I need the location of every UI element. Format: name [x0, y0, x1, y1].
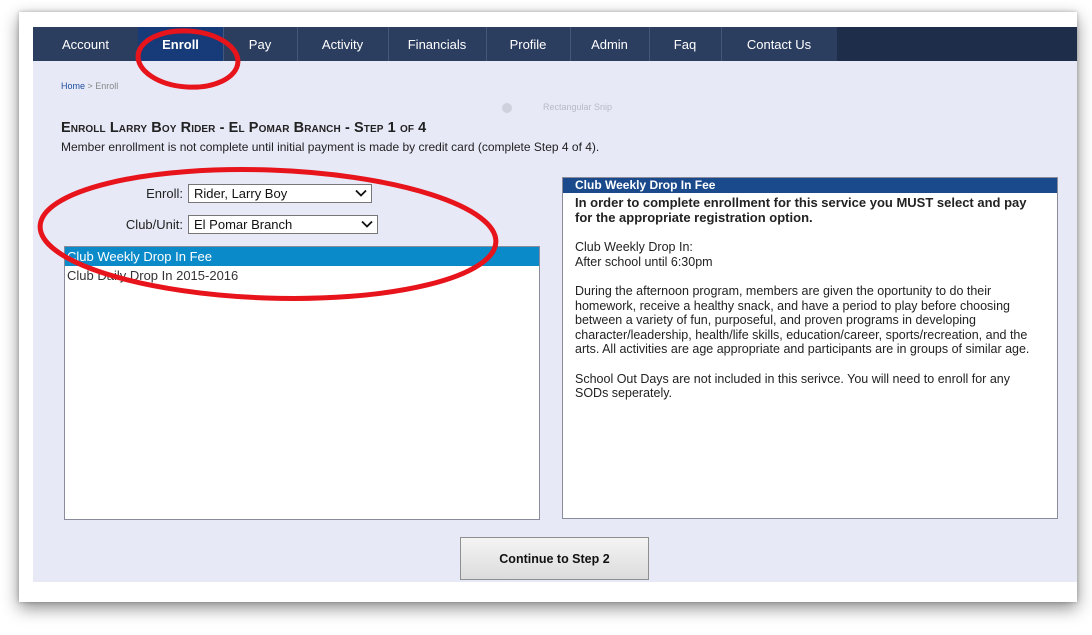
- enroll-label: Enroll:: [146, 186, 183, 201]
- nav-filler: [837, 27, 1077, 61]
- snip-dot-icon: [502, 103, 512, 113]
- continue-to-step-2-button[interactable]: Continue to Step 2: [460, 537, 649, 580]
- service-listbox[interactable]: Club Weekly Drop In Fee Club Daily Drop …: [64, 246, 540, 520]
- list-item-weekly-drop-in[interactable]: Club Weekly Drop In Fee: [65, 247, 539, 266]
- tab-activity[interactable]: Activity: [297, 27, 389, 61]
- tab-contact-us[interactable]: Contact Us: [721, 27, 838, 61]
- breadcrumb-home-link[interactable]: Home: [61, 81, 85, 91]
- detail-header: Club Weekly Drop In Fee: [563, 178, 1057, 193]
- page-subtitle: Member enrollment is not complete until …: [61, 140, 600, 154]
- club-unit-label: Club/Unit:: [125, 217, 183, 232]
- enroll-member-value: Rider, Larry Boy: [194, 186, 288, 201]
- detail-body: In order to complete enrollment for this…: [563, 193, 1057, 401]
- detail-line-1: Club Weekly Drop In:: [575, 240, 693, 254]
- club-unit-value: El Pomar Branch: [194, 217, 293, 232]
- snip-label: Rectangular Snip: [543, 102, 613, 112]
- enroll-page: Account Enroll Pay Activity Financials P…: [33, 27, 1077, 582]
- detail-notice: In order to complete enrollment for this…: [575, 195, 1027, 225]
- tab-financials[interactable]: Financials: [388, 27, 487, 61]
- tab-enroll[interactable]: Enroll: [138, 27, 224, 61]
- tab-profile[interactable]: Profile: [486, 27, 571, 61]
- chevron-down-icon: [361, 220, 373, 228]
- detail-line-2: After school until 6:30pm: [575, 254, 713, 269]
- tab-pay[interactable]: Pay: [223, 27, 298, 61]
- breadcrumb-current: Enroll: [95, 81, 119, 91]
- top-nav: Account Enroll Pay Activity Financials P…: [33, 27, 1077, 61]
- tab-account[interactable]: Account: [33, 27, 139, 61]
- service-detail-panel: Club Weekly Drop In Fee In order to comp…: [562, 177, 1058, 519]
- detail-paragraph-2: School Out Days are not included in this…: [575, 371, 1010, 401]
- tab-admin[interactable]: Admin: [570, 27, 650, 61]
- enroll-member-select[interactable]: Rider, Larry Boy: [188, 184, 372, 203]
- tab-faq[interactable]: Faq: [649, 27, 722, 61]
- screenshot-frame: Account Enroll Pay Activity Financials P…: [19, 12, 1077, 602]
- breadcrumb: Home > Enroll: [61, 81, 118, 91]
- snip-tool-overlay: Rectangular Snip: [502, 99, 682, 119]
- breadcrumb-separator: >: [85, 81, 96, 91]
- chevron-down-icon: [355, 189, 367, 197]
- page-title: Enroll Larry Boy Rider - El Pomar Branch…: [61, 120, 427, 136]
- club-unit-select[interactable]: El Pomar Branch: [188, 215, 378, 234]
- detail-paragraph-1: During the afternoon program, members ar…: [575, 284, 1030, 356]
- list-item-daily-drop-in[interactable]: Club Daily Drop In 2015-2016: [65, 266, 539, 285]
